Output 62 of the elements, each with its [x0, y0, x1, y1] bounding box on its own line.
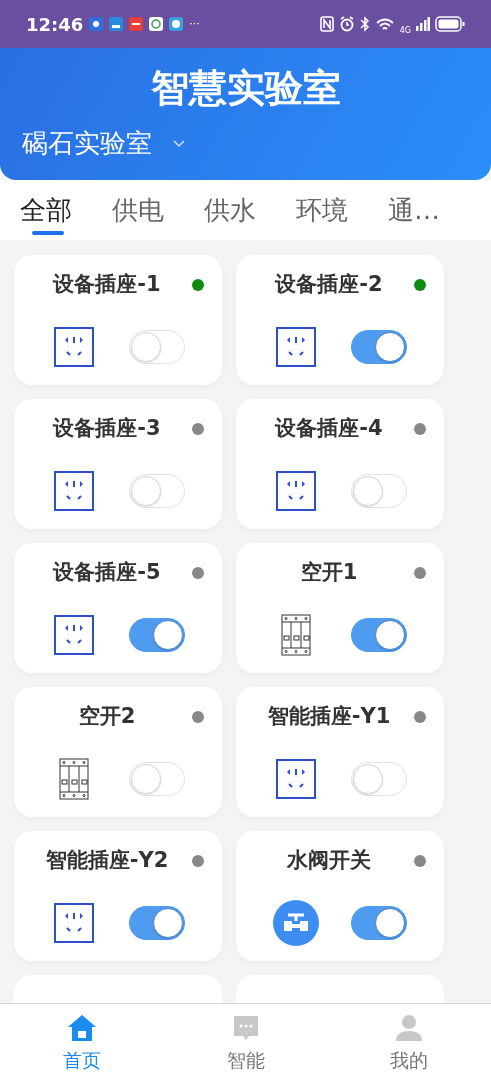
category-tab[interactable]: 环境 [296, 180, 348, 240]
toggle-switch[interactable] [129, 906, 185, 940]
device-card[interactable]: 智能插座-Y2 [14, 831, 222, 961]
socket-icon [54, 471, 94, 511]
clock-text: 12:46 [26, 12, 84, 37]
socket-icon [276, 471, 316, 511]
app-notification-icon [169, 17, 184, 31]
socket-icon [54, 903, 94, 943]
device-card[interactable]: 设备插座-5 [14, 543, 222, 673]
device-card[interactable]: 空开2 [14, 687, 222, 817]
alarm-icon [338, 16, 355, 32]
device-card[interactable]: 设备插座-1 [14, 255, 222, 385]
nav-item[interactable]: 智能 [163, 1004, 328, 1080]
device-name: 设备插座-5 [51, 559, 162, 587]
home-icon [66, 1014, 97, 1042]
device-card[interactable]: 空开1 [236, 543, 444, 673]
socket-icon [276, 327, 316, 367]
wifi-icon [374, 16, 395, 32]
app-notification-icon [89, 17, 104, 31]
category-tab[interactable]: 通… [388, 180, 440, 240]
device-name: 设备插座-4 [273, 415, 384, 443]
device-name: 水阀开关 [285, 847, 372, 875]
user-icon [395, 1014, 424, 1042]
category-tab[interactable]: 供水 [204, 180, 256, 240]
chevron-down-icon [172, 138, 186, 149]
circuit-breaker-icon [281, 614, 311, 656]
battery-icon [435, 16, 465, 32]
toggle-switch[interactable] [129, 618, 185, 652]
socket-icon [54, 615, 94, 655]
socket-icon [276, 759, 316, 799]
nfc-icon [319, 16, 334, 32]
device-name: 智能插座-Y1 [266, 703, 392, 731]
device-name: 空开2 [77, 703, 137, 731]
device-name: 空开1 [299, 559, 359, 587]
bluetooth-icon [359, 16, 370, 32]
device-name: 设备插座-1 [51, 271, 162, 299]
nav-item[interactable]: 我的 [327, 1004, 491, 1080]
category-tab[interactable]: 供电 [112, 180, 164, 240]
chat-icon [231, 1014, 260, 1042]
app-title: 智慧实验室 [150, 65, 341, 112]
circuit-breaker-icon [59, 758, 89, 800]
network-type-text: 4G [399, 27, 411, 35]
toggle-switch[interactable] [351, 906, 407, 940]
more-notifications-text: ··· [189, 15, 200, 32]
chat-notification-icon [149, 17, 164, 31]
toggle-switch[interactable] [351, 330, 407, 364]
app-notification-icon [129, 17, 144, 31]
device-card[interactable]: 设备插座-4 [236, 399, 444, 529]
water-valve-icon [273, 900, 319, 946]
device-name: 智能插座-Y2 [44, 847, 170, 875]
device-card[interactable]: 设备插座-2 [236, 255, 444, 385]
lab-selector[interactable]: 碣石实验室 [22, 124, 186, 163]
device-card[interactable]: 水阀开关 [236, 831, 444, 961]
signal-icon [416, 17, 430, 31]
device-name: 设备插座-2 [273, 271, 384, 299]
device-name: 设备插座-3 [51, 415, 162, 443]
device-card[interactable]: 设备插座-3 [14, 399, 222, 529]
app-notification-icon [109, 17, 124, 31]
category-tab[interactable]: 全部 [20, 180, 72, 240]
socket-icon [54, 327, 94, 367]
toggle-switch[interactable] [351, 618, 407, 652]
device-card[interactable]: 智能插座-Y1 [236, 687, 444, 817]
